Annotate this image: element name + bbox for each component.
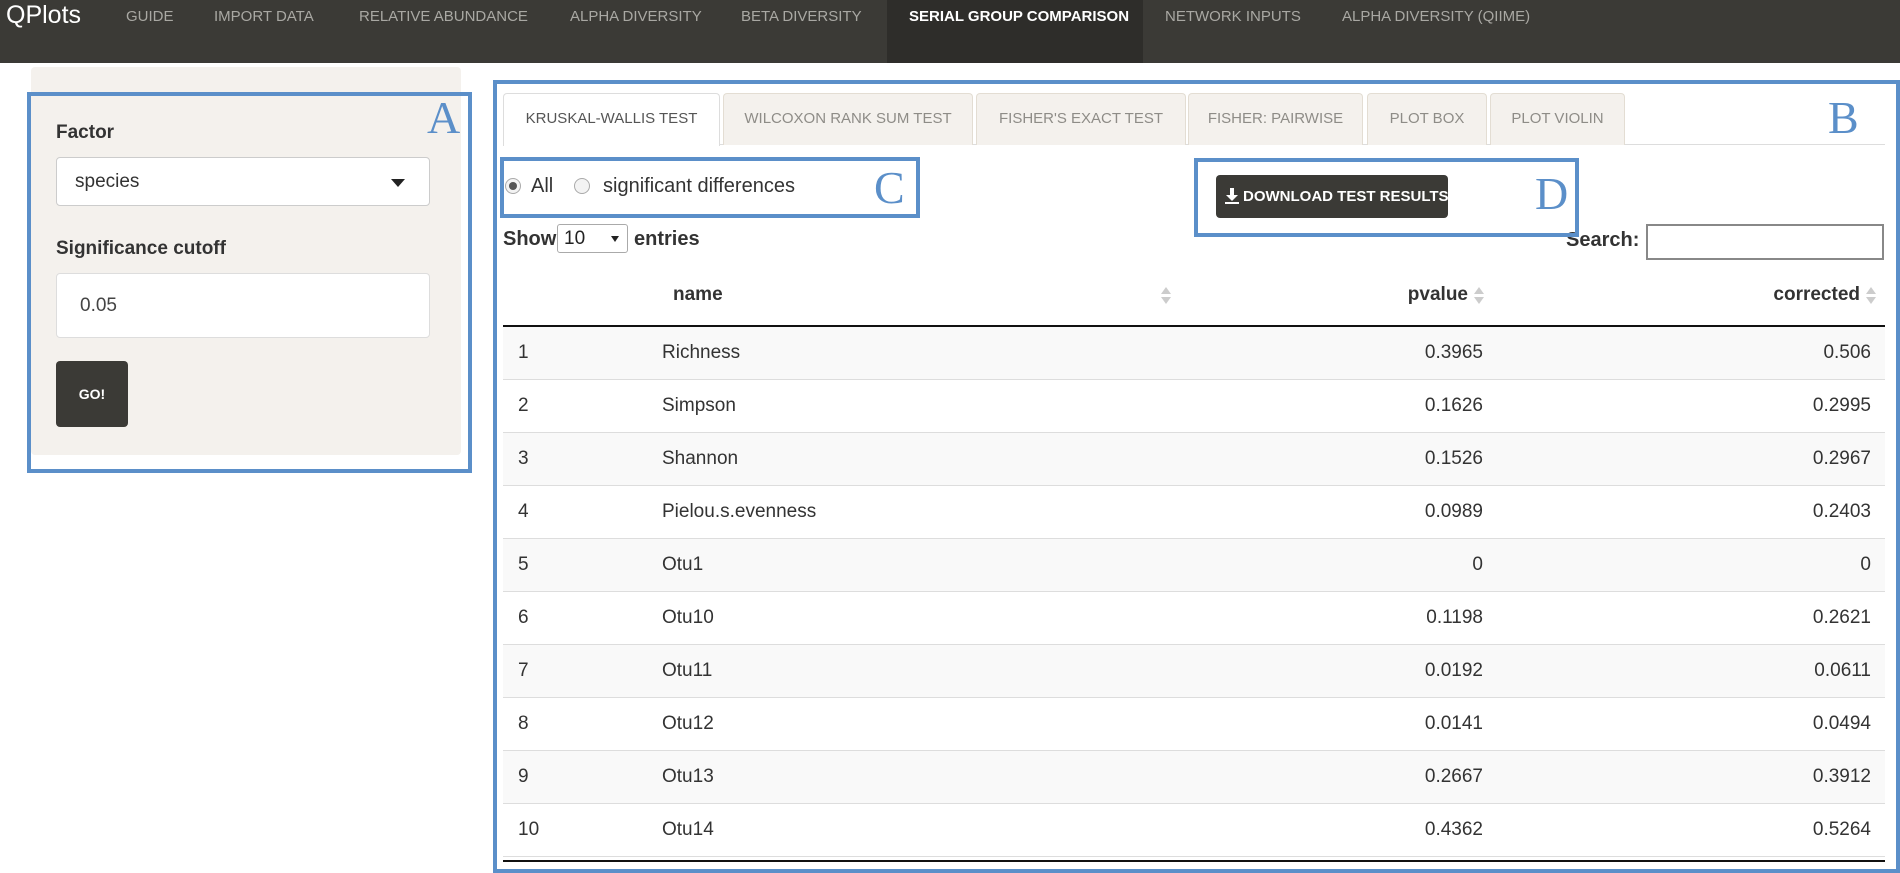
annotation-label-d: D bbox=[1535, 168, 1569, 219]
nav-beta-diversity[interactable]: BETA DIVERSITY bbox=[741, 0, 871, 63]
top-navbar: QPlots GUIDE IMPORT DATA RELATIVE ABUNDA… bbox=[0, 0, 1900, 63]
annotation-label-c: C bbox=[874, 162, 905, 213]
nav-import-data[interactable]: IMPORT DATA bbox=[214, 0, 324, 63]
nav-relative-abundance[interactable]: RELATIVE ABUNDANCE bbox=[359, 0, 539, 63]
annotation-box-c bbox=[500, 157, 920, 218]
nav-network-inputs[interactable]: NETWORK INPUTS bbox=[1165, 0, 1305, 63]
nav-alpha-diversity[interactable]: ALPHA DIVERSITY bbox=[570, 0, 710, 63]
annotation-label-b: B bbox=[1828, 92, 1859, 143]
nav-guide[interactable]: GUIDE bbox=[126, 0, 186, 63]
app-brand[interactable]: QPlots bbox=[6, 1, 81, 30]
annotation-box-d bbox=[1194, 158, 1579, 237]
annotation-label-a: A bbox=[427, 92, 461, 143]
nav-serial-group-comparison[interactable]: SERIAL GROUP COMPARISON bbox=[887, 0, 1143, 63]
annotation-box-a bbox=[27, 92, 472, 473]
nav-alpha-diversity-qiime[interactable]: ALPHA DIVERSITY (QIIME) bbox=[1342, 0, 1542, 63]
